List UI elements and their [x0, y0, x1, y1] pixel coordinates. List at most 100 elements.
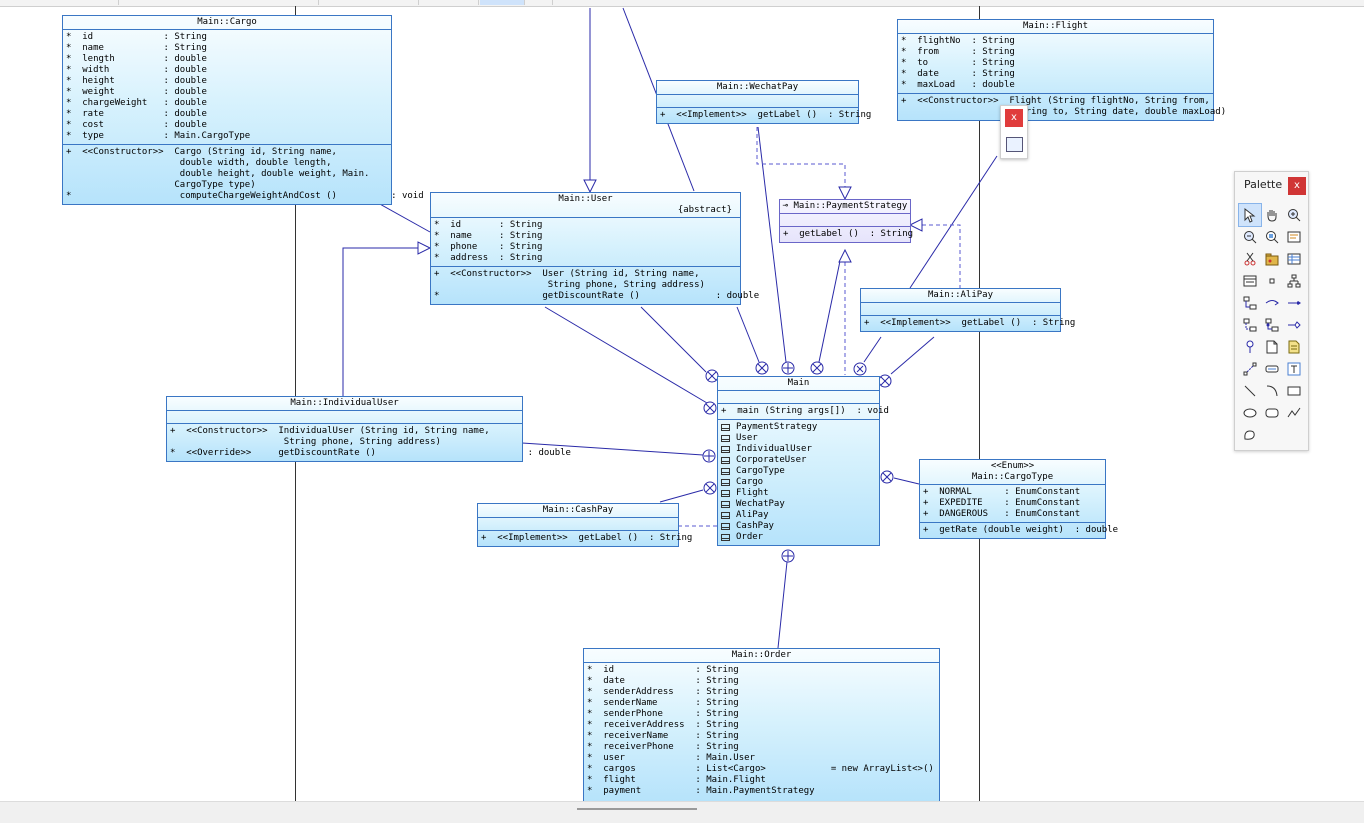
scrollbar-thumb[interactable] [577, 808, 697, 810]
attribute-row[interactable]: * receiverPhone : String [587, 742, 936, 753]
dependency-icon[interactable] [1239, 314, 1261, 336]
zoom-out-icon[interactable] [1239, 226, 1261, 248]
class-wechatpay[interactable]: Main::WechatPay + <<Implement>> getLabel… [656, 80, 871, 124]
curve-icon[interactable] [1261, 380, 1283, 402]
attribute-row[interactable]: * senderName : String [587, 698, 936, 709]
operation-row[interactable]: + <<Constructor>> User (String id, Strin… [434, 269, 737, 280]
ellipse-icon[interactable] [1239, 402, 1261, 424]
operation-row[interactable]: + <<Constructor>> Flight (String flightN… [901, 96, 1210, 107]
attribute-row[interactable]: * id : String [587, 665, 936, 676]
class-icon[interactable] [1239, 270, 1261, 292]
attribute-row[interactable]: * address : String [434, 253, 737, 264]
polyline-icon[interactable] [1283, 402, 1305, 424]
attribute-row[interactable]: * senderPhone : String [587, 709, 936, 720]
class-order[interactable]: Main::Order * id : String * date : String… [583, 648, 940, 802]
attribute-row[interactable]: * receiverName : String [587, 731, 936, 742]
attribute-row[interactable]: * weight : double [66, 87, 388, 98]
class-main[interactable]: Main + main (String args[]) : void Payme… [717, 376, 889, 546]
operation-row[interactable]: + <<Implement>> getLabel () : String [481, 533, 692, 544]
operation-row[interactable]: * computeChargeWeightAndCost () : void [66, 191, 424, 202]
nested-class-row[interactable]: CashPay [721, 521, 876, 532]
nested-class-row[interactable]: CargoType [721, 466, 876, 477]
comment-icon[interactable] [1283, 336, 1305, 358]
nested-class-row[interactable]: AliPay [721, 510, 876, 521]
attribute-row[interactable]: * phone : String [434, 242, 737, 253]
attribute-row[interactable]: * cost : double [66, 120, 388, 131]
class-alipay[interactable]: Main::AliPay + <<Implement>> getLabel ()… [860, 288, 1075, 332]
operation-row[interactable]: + getLabel () : String [783, 229, 913, 240]
note-icon[interactable] [1261, 336, 1283, 358]
attribute-row[interactable]: * id : String [66, 32, 388, 43]
attribute-row[interactable]: * width : double [66, 65, 388, 76]
nested-class-row[interactable]: Order [721, 532, 876, 543]
attribute-row[interactable]: * name : String [434, 231, 737, 242]
attribute-row[interactable]: * flightNo : String [901, 36, 1210, 47]
nested-class-row[interactable]: CorporateUser [721, 455, 876, 466]
properties-icon[interactable] [1283, 226, 1305, 248]
operation-row[interactable]: + main (String args[]) : void [721, 406, 889, 417]
text-icon[interactable] [1283, 358, 1305, 380]
operation-row[interactable]: + <<Implement>> getLabel () : String [864, 318, 1075, 329]
association-icon[interactable] [1261, 292, 1283, 314]
freeform-icon[interactable] [1239, 424, 1261, 446]
attribute-row[interactable]: * to : String [901, 58, 1210, 69]
operation-row[interactable]: + <<Constructor>> IndividualUser (String… [170, 426, 519, 437]
small-class-icon[interactable] [1261, 270, 1283, 292]
table-icon[interactable] [1283, 248, 1305, 270]
line-icon[interactable] [1239, 380, 1261, 402]
realization-icon[interactable] [1261, 314, 1283, 336]
class-flight[interactable]: Main::Flight * flightNo : String * from :… [897, 19, 1226, 121]
class-cargo[interactable]: Main::Cargo * id : String * name : String… [62, 15, 424, 205]
attribute-row[interactable]: * id : String [434, 220, 737, 231]
operation-row[interactable]: double width, double length, [66, 158, 388, 169]
attribute-row[interactable]: * receiverAddress : String [587, 720, 936, 731]
attribute-row[interactable]: * type : Main.CargoType [66, 131, 388, 142]
attribute-row[interactable]: * height : double [66, 76, 388, 87]
attribute-row[interactable]: * cargos : List<Cargo> = new ArrayList<>… [587, 764, 936, 775]
horizontal-scrollbar[interactable] [0, 801, 1364, 823]
diagram-view-icon[interactable] [1006, 137, 1023, 152]
operation-row[interactable]: + <<Constructor>> Cargo (String id, Stri… [66, 147, 388, 158]
nested-class-row[interactable]: User [721, 433, 876, 444]
link-icon[interactable] [1239, 358, 1261, 380]
constraint-icon[interactable] [1261, 358, 1283, 380]
package-icon[interactable] [1261, 248, 1283, 270]
nested-class-row[interactable]: IndividualUser [721, 444, 876, 455]
zoom-region-icon[interactable] [1261, 226, 1283, 248]
class-cashpay[interactable]: Main::CashPay + <<Implement>> getLabel (… [477, 503, 692, 547]
nested-class-row[interactable]: WechatPay [721, 499, 876, 510]
operation-row[interactable]: String to, String date, double maxLoad) [901, 107, 1226, 118]
attribute-row[interactable]: * length : double [66, 54, 388, 65]
attribute-row[interactable]: * senderAddress : String [587, 687, 936, 698]
interface-paymentstrategy[interactable]: ⊸ Main::PaymentStrategy + getLabel () : … [779, 199, 913, 243]
enum-literal-row[interactable]: + NORMAL : EnumConstant [923, 487, 1102, 498]
operation-row[interactable]: + getRate (double weight) : double [923, 525, 1118, 536]
operation-row[interactable]: + <<Implement>> getLabel () : String [660, 110, 871, 121]
rectangle-icon[interactable] [1283, 380, 1305, 402]
select-arrow-icon[interactable] [1238, 203, 1262, 227]
operation-row[interactable]: * <<Override>> getDiscountRate () : doub… [170, 448, 571, 459]
attribute-row[interactable]: * rate : double [66, 109, 388, 120]
hierarchy-icon[interactable] [1283, 270, 1305, 292]
pin-icon[interactable] [1239, 336, 1261, 358]
attribute-row[interactable]: * user : Main.User [587, 753, 936, 764]
attribute-row[interactable]: * payment : Main.PaymentStrategy [587, 786, 936, 797]
rounded-rectangle-icon[interactable] [1261, 402, 1283, 424]
operation-row[interactable]: * getDiscountRate () : double [434, 291, 759, 302]
nested-class-row[interactable]: PaymentStrategy [721, 422, 876, 433]
class-individualuser[interactable]: Main::IndividualUser + <<Constructor>> I… [166, 396, 571, 462]
attribute-row[interactable]: * name : String [66, 43, 388, 54]
attribute-row[interactable]: * date : String [587, 676, 936, 687]
cut-icon[interactable] [1239, 248, 1261, 270]
operation-row[interactable]: String phone, String address) [434, 280, 737, 291]
attribute-row[interactable]: * maxLoad : double [901, 80, 1210, 91]
nested-class-row[interactable]: Flight [721, 488, 876, 499]
composition-icon[interactable] [1283, 292, 1305, 314]
operation-row[interactable]: String phone, String address) [170, 437, 519, 448]
enum-literal-row[interactable]: + DANGEROUS : EnumConstant [923, 509, 1102, 520]
attribute-row[interactable]: * chargeWeight : double [66, 98, 388, 109]
attribute-row[interactable]: * from : String [901, 47, 1210, 58]
operation-row[interactable]: CargoType type) [66, 180, 388, 191]
zoom-in-icon[interactable] [1283, 204, 1305, 226]
palette-close-button[interactable]: x [1288, 177, 1306, 195]
